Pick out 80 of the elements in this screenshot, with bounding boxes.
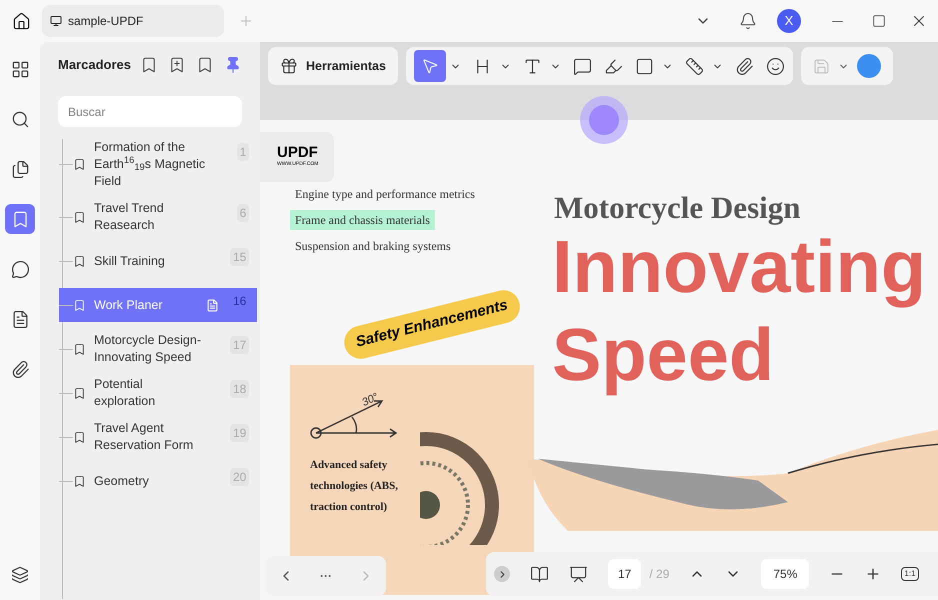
pointer-icon	[420, 57, 439, 75]
notification-icon[interactable]	[739, 12, 757, 30]
zoom-field[interactable]: 75%	[761, 559, 810, 589]
page-number: 16	[232, 293, 248, 310]
note-icon[interactable]	[206, 298, 219, 312]
bookmark-item[interactable]: Geometry 20	[59, 464, 258, 498]
sticker-icon[interactable]	[766, 56, 785, 76]
page-number: 6	[236, 204, 250, 222]
bookmark-title: Work Planer	[94, 296, 164, 314]
ruler-icon[interactable]	[684, 56, 704, 76]
search-icon	[10, 110, 30, 128]
page-number: 15	[230, 248, 250, 266]
bookmark-title: Skill Training	[94, 252, 166, 270]
bookmark-icon	[73, 430, 86, 444]
bookmark-icon	[73, 298, 86, 312]
actual-size-button[interactable]: 1:1	[901, 567, 919, 581]
search-field[interactable]: Buscar	[58, 96, 242, 127]
list-item: Frame and chassis materials	[290, 210, 435, 230]
bookmark-item[interactable]: Formation of the Earth$^{16}$$_{19}$s Magnetic Field 1	[59, 139, 258, 190]
title-line: Innovating	[552, 225, 928, 310]
cursor-highlight	[580, 96, 628, 144]
add-bookmark-icon[interactable]	[168, 56, 186, 74]
avatar[interactable]: X	[777, 9, 801, 33]
bookmark-icon	[73, 474, 86, 488]
expand-button[interactable]	[494, 566, 510, 582]
page-number: 17	[230, 336, 250, 354]
pages-icon	[10, 160, 30, 178]
paperclip-icon[interactable]	[734, 56, 754, 76]
form-icon	[10, 310, 30, 328]
home-icon[interactable]	[12, 12, 30, 30]
card-text: Advanced safety technologies (ABS, traction control)	[310, 458, 399, 514]
title-line: Speed	[552, 312, 776, 398]
list-item: Engine type and performance metrics	[294, 186, 476, 203]
bookmark-item[interactable]: Travel Agent Reservation Form 19	[59, 420, 258, 454]
page-number: 1	[236, 143, 250, 161]
bookmark-icon	[73, 342, 86, 356]
bookmark-icon	[73, 386, 86, 400]
bookmark-item[interactable]: Travel Trend Reasearch 6	[59, 200, 258, 234]
bookmark-item[interactable]: Potential exploration 18	[59, 376, 258, 410]
page-number: 18	[230, 380, 250, 398]
bookmark-title: Formation of the Earth$^{16}$$_{19}$s Magnetic Field	[94, 139, 206, 190]
tools-button[interactable]: Herramientas	[268, 47, 398, 85]
select-tool-button[interactable]	[414, 50, 446, 82]
bookmark-item[interactable]: Work Planer 16	[59, 288, 258, 322]
slideshow-icon[interactable]	[569, 564, 588, 584]
bookmark-icon	[73, 254, 86, 268]
text-icon[interactable]	[522, 56, 542, 76]
grid-icon	[10, 60, 30, 78]
page-number: 20	[230, 468, 250, 486]
bookmark-icon[interactable]	[196, 56, 214, 74]
angle-label: 30°	[359, 390, 382, 412]
rectangle-icon[interactable]	[634, 56, 654, 76]
pen-icon[interactable]	[604, 56, 623, 76]
bookmark-title: Potential exploration	[94, 376, 156, 410]
comment-icon[interactable]	[572, 56, 592, 76]
attachment-icon	[10, 360, 30, 378]
list-item: Suspension and braking systems	[294, 238, 452, 255]
reading-mode-icon[interactable]	[530, 564, 549, 584]
bookmark-icon	[73, 210, 86, 224]
comment-icon	[10, 260, 30, 278]
bookmark-title: Travel Trend Reasearch	[94, 200, 165, 234]
maximize-icon[interactable]	[872, 14, 886, 28]
page-input[interactable]: 17	[608, 559, 642, 589]
bookmark-title: Travel Agent Reservation Form	[94, 420, 194, 454]
page-number: 19	[230, 424, 250, 442]
bookmark-tab-button[interactable]	[5, 204, 35, 234]
bookmark-item[interactable]: Skill Training 15	[59, 244, 258, 278]
bookmark-item[interactable]: Motorcycle Design-Innovating Speed 17	[59, 332, 258, 366]
monitor-icon	[50, 15, 62, 27]
logo-text: UPDF	[277, 145, 319, 162]
heading: Motorcycle Design	[554, 192, 802, 223]
document-tab[interactable]: sample-UPDF	[42, 5, 224, 37]
panel-title: Marcadores	[58, 56, 132, 74]
bookmark-title: Motorcycle Design-Innovating Speed	[94, 332, 202, 366]
layers-icon[interactable]	[11, 566, 29, 584]
pin-icon[interactable]	[224, 56, 242, 74]
more-button[interactable]: ···	[320, 567, 332, 585]
bookmark-title: Geometry	[94, 472, 150, 490]
page-total: / 29	[649, 566, 670, 583]
bookmark-icon	[73, 158, 86, 171]
